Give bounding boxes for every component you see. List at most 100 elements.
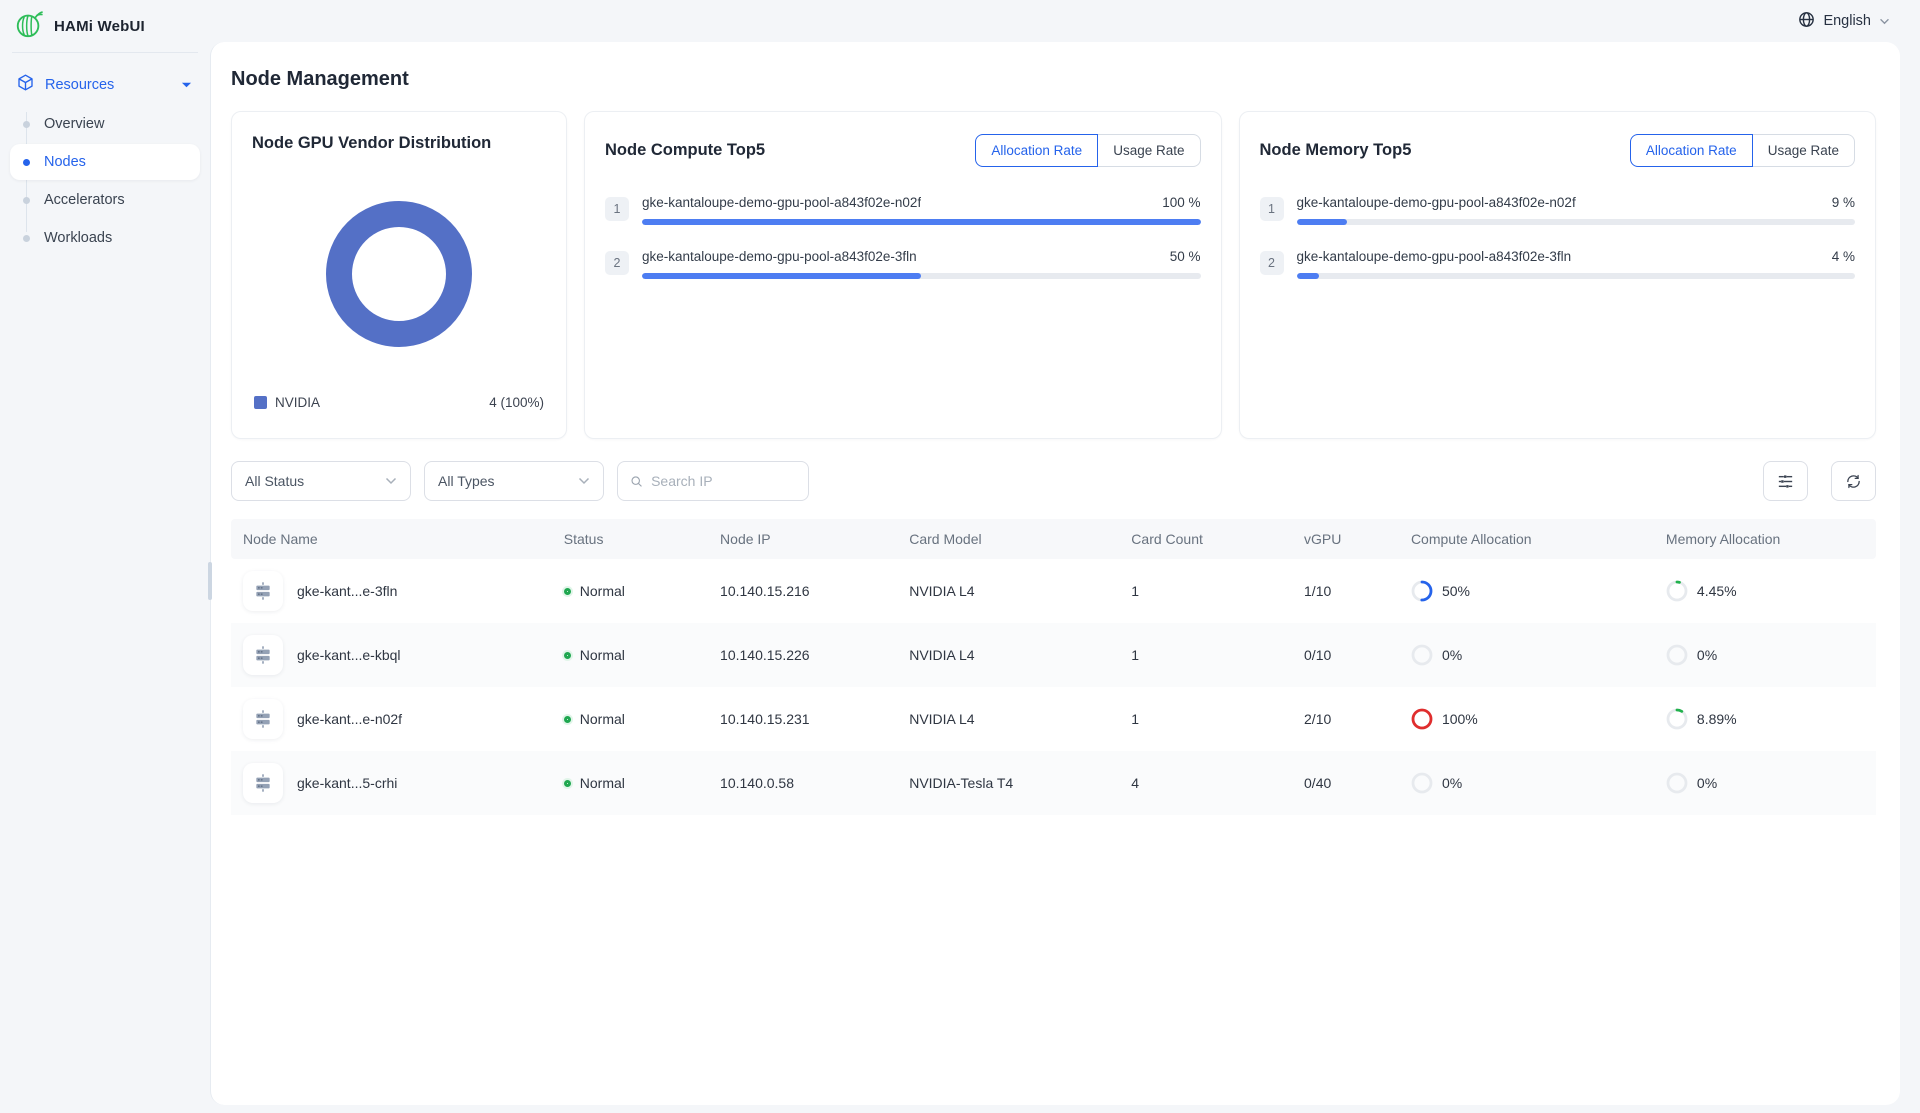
refresh-button[interactable] xyxy=(1831,461,1876,501)
legend-label: NVIDIA xyxy=(275,395,320,410)
status-badge: Normal xyxy=(580,583,625,599)
memory-allocation-value: 4.45% xyxy=(1697,583,1737,599)
sidebar-items: Overview Nodes Accelerators Workloads xyxy=(0,106,210,256)
sidebar-item-workloads[interactable]: Workloads xyxy=(10,220,200,256)
brand: HAMi WebUI xyxy=(0,8,210,44)
donut-legend-row[interactable]: NVIDIA 4 (100%) xyxy=(252,395,546,416)
compute-allocation-value: 0% xyxy=(1442,775,1462,791)
node-icon xyxy=(243,635,283,675)
sidebar-resize-handle[interactable] xyxy=(208,562,212,600)
card-count: 1 xyxy=(1119,711,1292,727)
node-value: 9 % xyxy=(1832,195,1855,210)
topbar: English xyxy=(210,0,1920,42)
node-ip: 10.140.15.226 xyxy=(708,647,897,663)
app-title: HAMi WebUI xyxy=(54,18,145,35)
language-label: English xyxy=(1823,13,1871,29)
vgpu: 0/10 xyxy=(1292,647,1399,663)
table-row[interactable]: gke-kant...e-3fln Normal 10.140.15.216 N… xyxy=(231,559,1876,623)
sidebar-group-label: Resources xyxy=(45,77,114,93)
sidebar-item-accelerators[interactable]: Accelerators xyxy=(10,182,200,218)
legend-value: 4 (100%) xyxy=(489,395,544,410)
card-title: Node Compute Top5 xyxy=(605,141,765,160)
col-node-name: Node Name xyxy=(231,531,552,547)
sidebar-item-overview[interactable]: Overview xyxy=(10,106,200,142)
card-model: NVIDIA L4 xyxy=(897,711,1119,727)
sidebar-divider xyxy=(12,52,198,53)
node-name[interactable]: gke-kant...e-3fln xyxy=(297,583,397,599)
status-dot-icon xyxy=(564,652,571,659)
page-title: Node Management xyxy=(231,68,1876,91)
status-dot-icon xyxy=(564,780,571,787)
col-status: Status xyxy=(552,531,708,547)
progress-track xyxy=(1297,273,1856,279)
status-filter-select[interactable]: All Status xyxy=(231,461,411,501)
column-settings-button[interactable] xyxy=(1763,461,1808,501)
sidebar-group-resources[interactable]: Resources xyxy=(0,65,210,104)
col-vgpu: vGPU xyxy=(1292,531,1399,547)
table-row[interactable]: gke-kant...5-crhi Normal 10.140.0.58 NVI… xyxy=(231,751,1876,815)
table-header: Node Name Status Node IP Card Model Card… xyxy=(231,519,1876,559)
cube-icon xyxy=(16,73,35,96)
progress-fill xyxy=(642,219,1201,225)
node-name[interactable]: gke-kant...e-kbql xyxy=(297,647,401,663)
node-value: 4 % xyxy=(1832,249,1855,264)
nav-dot-icon xyxy=(23,159,30,166)
usage-rate-button[interactable]: Usage Rate xyxy=(1098,134,1200,167)
rank-badge: 2 xyxy=(605,251,629,275)
table-row[interactable]: gke-kant...e-n02f Normal 10.140.15.231 N… xyxy=(231,687,1876,751)
vgpu: 1/10 xyxy=(1292,583,1399,599)
node-name: gke-kantaloupe-demo-gpu-pool-a843f02e-3f… xyxy=(1297,249,1572,264)
node-value: 100 % xyxy=(1162,195,1200,210)
list-item: 2 gke-kantaloupe-demo-gpu-pool-a843f02e-… xyxy=(605,249,1201,279)
type-filter-value: All Types xyxy=(438,473,495,489)
list-item: 1 gke-kantaloupe-demo-gpu-pool-a843f02e-… xyxy=(605,195,1201,225)
memory-allocation-value: 8.89% xyxy=(1697,711,1737,727)
nav-dot-icon xyxy=(23,235,30,242)
sidebar-item-label: Nodes xyxy=(44,154,86,170)
col-memory-allocation: Memory Allocation xyxy=(1654,531,1876,547)
type-filter-select[interactable]: All Types xyxy=(424,461,604,501)
card-model: NVIDIA-Tesla T4 xyxy=(897,775,1119,791)
chevron-down-icon xyxy=(578,477,590,485)
compute-allocation-ring xyxy=(1411,772,1433,794)
nav-dot-icon xyxy=(23,121,30,128)
vendor-distribution-card: Node GPU Vendor Distribution NVIDIA 4 (1… xyxy=(231,111,567,439)
table-row[interactable]: gke-kant...e-kbql Normal 10.140.15.226 N… xyxy=(231,623,1876,687)
memory-rate-toggle: Allocation Rate Usage Rate xyxy=(1630,134,1855,167)
compute-rate-toggle: Allocation Rate Usage Rate xyxy=(975,134,1200,167)
node-ip: 10.140.15.231 xyxy=(708,711,897,727)
card-count: 4 xyxy=(1119,775,1292,791)
compute-top5-list: 1 gke-kantaloupe-demo-gpu-pool-a843f02e-… xyxy=(605,195,1201,279)
sidebar: HAMi WebUI Resources Overview xyxy=(0,0,210,1113)
memory-allocation-ring xyxy=(1666,708,1688,730)
memory-top5-card: Node Memory Top5 Allocation Rate Usage R… xyxy=(1239,111,1877,439)
status-badge: Normal xyxy=(580,711,625,727)
card-model: NVIDIA L4 xyxy=(897,647,1119,663)
sidebar-item-nodes[interactable]: Nodes xyxy=(10,144,200,180)
globe-icon xyxy=(1798,11,1815,32)
node-name[interactable]: gke-kant...5-crhi xyxy=(297,775,397,791)
node-ip: 10.140.0.58 xyxy=(708,775,897,791)
node-name[interactable]: gke-kant...e-n02f xyxy=(297,711,402,727)
search-icon xyxy=(630,474,643,489)
language-selector[interactable]: English xyxy=(1798,11,1890,32)
column-settings-icon xyxy=(1777,474,1794,489)
progress-track xyxy=(642,273,1201,279)
allocation-rate-button[interactable]: Allocation Rate xyxy=(975,134,1098,167)
card-title: Node GPU Vendor Distribution xyxy=(252,134,546,153)
compute-top5-card: Node Compute Top5 Allocation Rate Usage … xyxy=(584,111,1222,439)
card-count: 1 xyxy=(1119,647,1292,663)
node-icon xyxy=(243,699,283,739)
col-card-count: Card Count xyxy=(1119,531,1292,547)
sidebar-item-label: Overview xyxy=(44,116,104,132)
caret-down-icon xyxy=(181,77,192,93)
donut-ring xyxy=(326,201,472,347)
compute-allocation-ring xyxy=(1411,708,1433,730)
compute-allocation-ring xyxy=(1411,580,1433,602)
allocation-rate-button[interactable]: Allocation Rate xyxy=(1630,134,1753,167)
usage-rate-button[interactable]: Usage Rate xyxy=(1753,134,1855,167)
search-ip-input[interactable] xyxy=(651,473,796,489)
col-compute-allocation: Compute Allocation xyxy=(1399,531,1654,547)
memory-allocation-ring xyxy=(1666,580,1688,602)
status-dot-icon xyxy=(564,588,571,595)
